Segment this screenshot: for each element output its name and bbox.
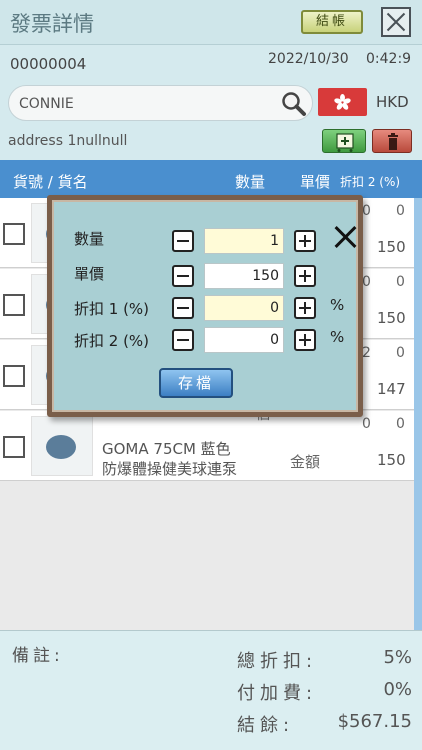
- price-decrease-button[interactable]: [172, 265, 194, 287]
- item-discount-2: 0: [396, 416, 405, 432]
- invoice-time: 0:42:9: [366, 51, 412, 67]
- item-total: 150: [377, 451, 406, 469]
- price-increase-button[interactable]: [294, 265, 316, 287]
- product-thumbnail: [31, 416, 93, 476]
- balance-label: 結餘:: [237, 715, 295, 736]
- amount-label: 金額: [290, 453, 321, 471]
- total-discount-label: 總折扣:: [237, 651, 318, 672]
- search-icon[interactable]: [281, 91, 307, 117]
- close-icon[interactable]: [332, 224, 358, 250]
- discount-1-percent: %: [330, 296, 345, 314]
- item-table-header: 貨號 / 貨名 數量 單價 折扣 2 (%): [0, 160, 422, 198]
- item-discount-2: 0: [396, 345, 405, 361]
- total-discount-value[interactable]: 5%: [383, 647, 412, 668]
- discount-2-percent: %: [330, 328, 345, 346]
- item-discount-2: 0: [396, 274, 405, 290]
- balance-value: $567.15: [337, 711, 412, 732]
- currency-label: HKD: [376, 93, 409, 111]
- hong-kong-flag-icon[interactable]: [318, 88, 367, 116]
- qty-decrease-button[interactable]: [172, 230, 194, 252]
- discount-1-decrease-button[interactable]: [172, 297, 194, 319]
- discount-2-increase-button[interactable]: [294, 329, 316, 351]
- invoice-info: 00000004 2022/10/30 0:42:9 CONNIE HKD ad…: [0, 45, 422, 160]
- qty-field[interactable]: 1: [204, 228, 284, 254]
- item-checkbox[interactable]: [3, 294, 25, 316]
- close-icon[interactable]: [381, 7, 411, 37]
- price-field[interactable]: 150: [204, 263, 284, 289]
- remarks-label[interactable]: 備註:: [12, 641, 64, 666]
- customer-address: address 1nullnull: [8, 133, 128, 149]
- add-item-button[interactable]: [322, 129, 366, 153]
- item-discount-1: 0: [362, 274, 371, 290]
- list-scrollbar[interactable]: [414, 198, 422, 630]
- top-bar: 發票詳情 結帳: [0, 0, 422, 45]
- bauhinia-icon: [334, 93, 351, 110]
- list-item[interactable]: 10-FAGB200-751 個 150 0 0 GOMA 75CM 藍色 防爆…: [0, 411, 416, 481]
- trash-icon: [388, 133, 398, 150]
- dialog-qty-label: 數量: [74, 230, 105, 248]
- column-qty: 數量: [235, 173, 266, 191]
- dialog-discount-2-label: 折扣 2 (%): [74, 332, 150, 350]
- surcharge-value[interactable]: 0%: [383, 679, 412, 700]
- item-total: 150: [377, 309, 406, 327]
- item-discount-1: 0: [362, 203, 371, 219]
- save-button[interactable]: 存檔: [159, 368, 233, 398]
- item-total: 147: [377, 380, 406, 398]
- qty-increase-button[interactable]: [294, 230, 316, 252]
- item-name: GOMA 75CM 藍色: [102, 440, 231, 458]
- item-checkbox[interactable]: [3, 223, 25, 245]
- edit-item-dialog: 數量 1 單價 150 折扣 1 (%) 0 % 折扣 2 (%) 0 % 存檔: [47, 195, 363, 417]
- settle-button[interactable]: 結帳: [301, 10, 363, 34]
- discount-1-field[interactable]: 0: [204, 295, 284, 321]
- dialog-discount-1-label: 折扣 1 (%): [74, 300, 150, 318]
- customer-search-input[interactable]: CONNIE: [8, 85, 313, 121]
- delete-item-button[interactable]: [372, 129, 412, 153]
- column-discount: 折扣 2 (%): [340, 175, 401, 189]
- item-description: 防爆體操健美球連泵: [102, 460, 238, 478]
- add-cart-icon: [336, 133, 354, 152]
- item-discount-1: 0: [362, 416, 371, 432]
- column-price: 單價: [300, 173, 331, 191]
- item-checkbox[interactable]: [3, 436, 25, 458]
- invoice-date: 2022/10/30: [268, 51, 349, 67]
- dialog-price-label: 單價: [74, 265, 105, 283]
- surcharge-label: 付加費:: [237, 683, 318, 704]
- item-discount-2: 0: [396, 203, 405, 219]
- item-checkbox[interactable]: [3, 365, 25, 387]
- item-discount-1: 2: [362, 345, 371, 361]
- invoice-number: 00000004: [10, 55, 87, 73]
- discount-1-increase-button[interactable]: [294, 297, 316, 319]
- discount-2-field[interactable]: 0: [204, 327, 284, 353]
- invoice-summary: 備註: 總折扣: 5% 付加費: 0% 結餘: $567.15: [0, 630, 422, 750]
- item-total: 150: [377, 238, 406, 256]
- discount-2-decrease-button[interactable]: [172, 329, 194, 351]
- page-title: 發票詳情: [10, 12, 94, 36]
- customer-name: CONNIE: [19, 96, 74, 112]
- column-item: 貨號 / 貨名: [13, 173, 88, 191]
